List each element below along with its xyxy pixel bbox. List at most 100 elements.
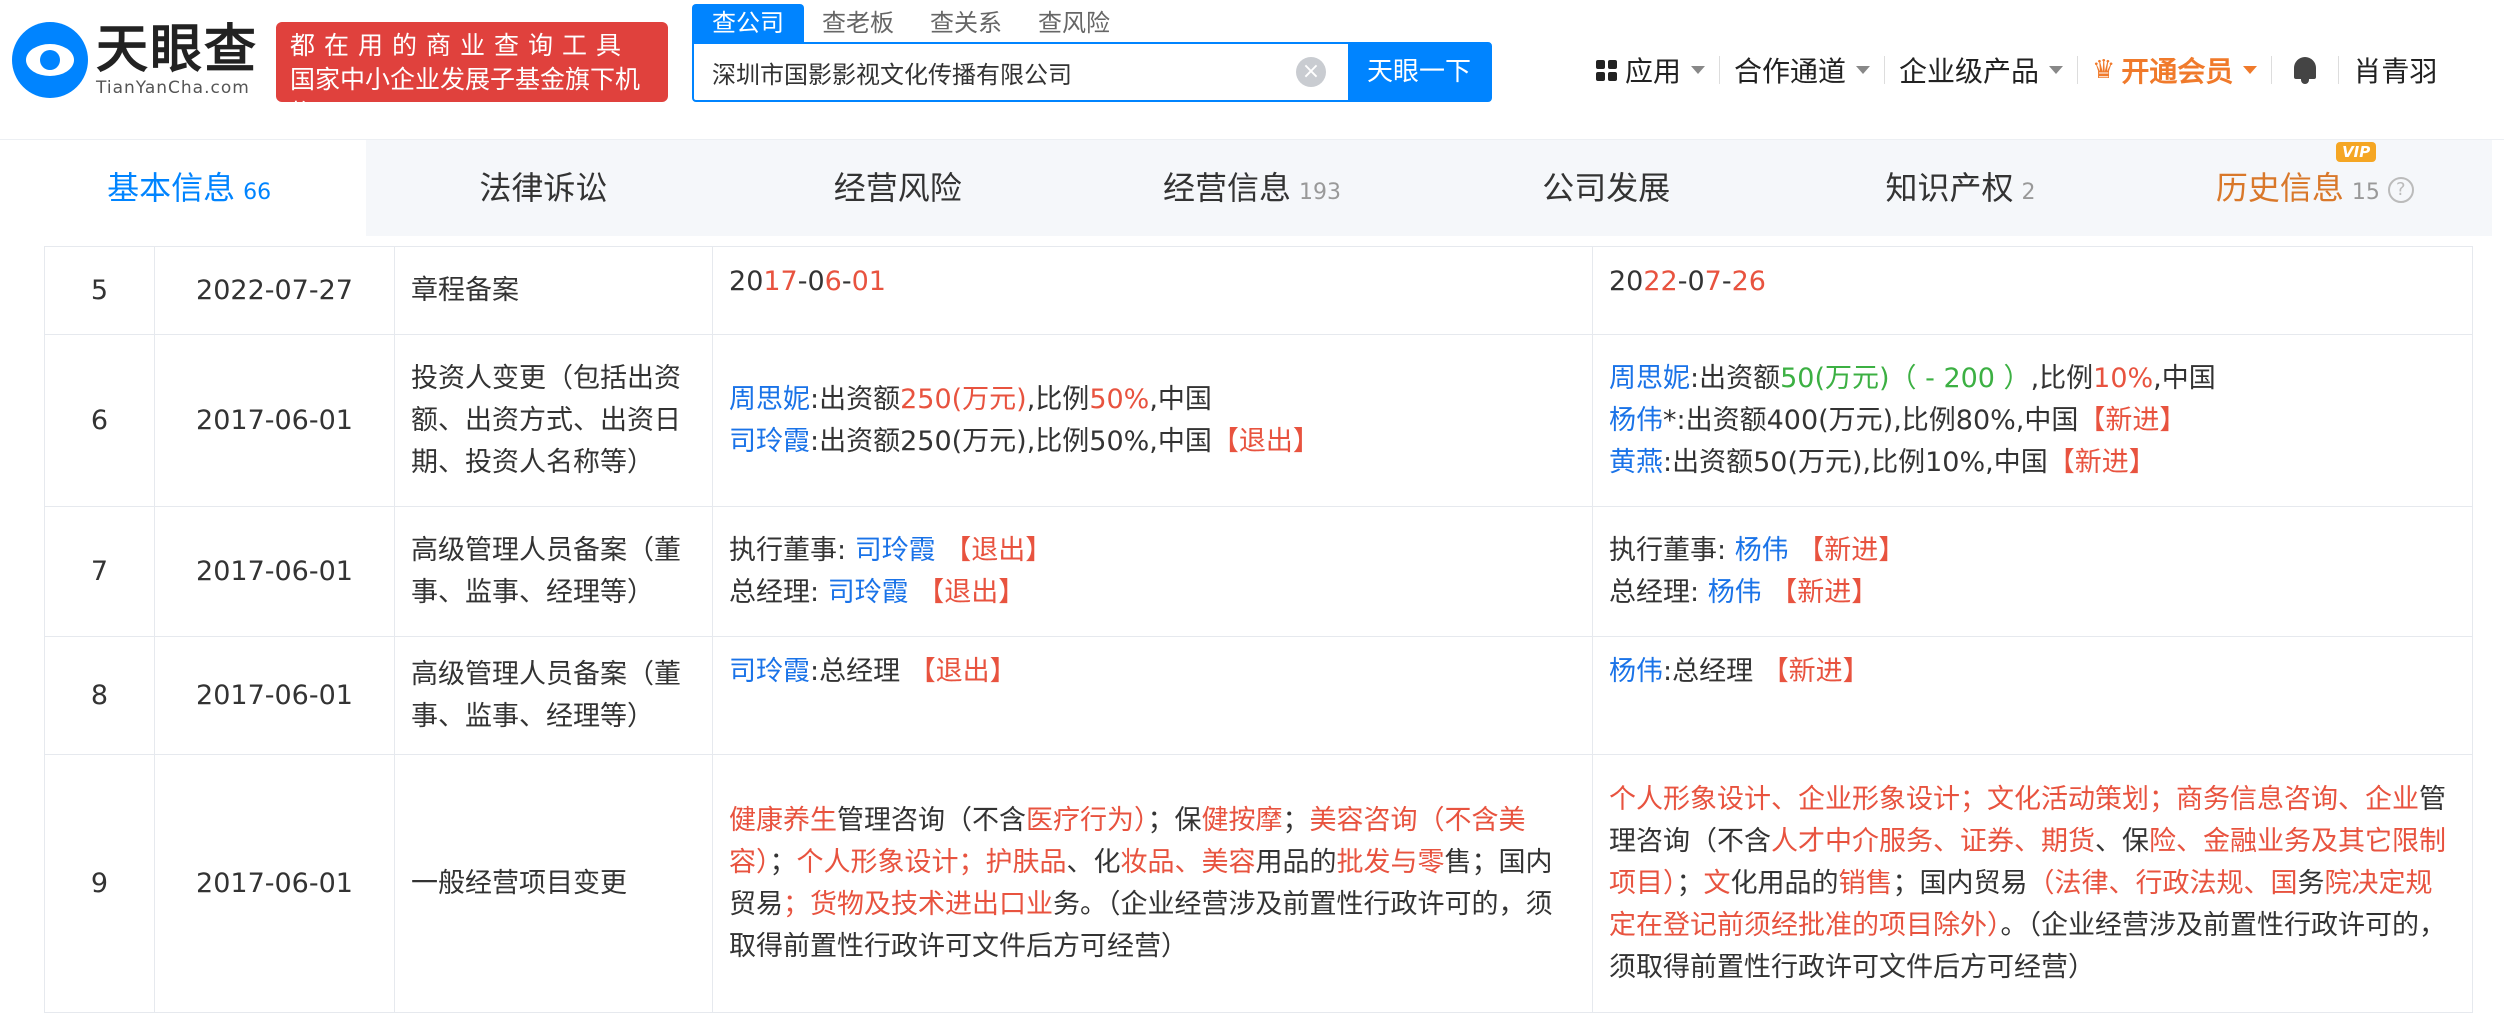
nav-vip[interactable]: ♛ 开通会员 — [2078, 50, 2271, 90]
nav-cooperation-label: 合作通道 — [1734, 55, 1847, 88]
change-highlight: 个人形象设计、企业形象设计；文化活动策划；商务信息咨询、企业 — [1609, 783, 2419, 815]
tab-company[interactable]: 查公司 — [692, 4, 804, 42]
person-link[interactable]: 周思妮 — [729, 384, 810, 415]
table-row: 5 2022-07-27 章程备案 2017-06-01 2022-07-26 — [44, 246, 2473, 335]
search-input[interactable] — [694, 44, 1296, 100]
detail-text: 化用品的 — [1730, 867, 1839, 899]
change-highlight: 【新进】 — [1761, 656, 1870, 687]
change-highlight: 批发与零 — [1336, 846, 1445, 878]
chevron-down-icon — [2243, 66, 2258, 74]
detail-line: 个人形象设计、企业形象设计；文化活动策划；商务信息咨询、企业管理咨询（不含人才中… — [1609, 779, 2456, 989]
change-highlight: 26 — [1731, 266, 1766, 297]
tab-history[interactable]: VIP 历史信息 15? — [2138, 140, 2492, 236]
chevron-down-icon — [1856, 66, 1871, 74]
search-type-tabs: 查公司 查老板 查关系 查风险 — [692, 4, 1128, 42]
nav-user[interactable]: 肖青羽 — [2339, 50, 2451, 90]
change-highlight: 销售 — [1838, 867, 1893, 899]
promo-line-2: 国家中小企业发展子基金旗下机构 — [290, 65, 641, 128]
change-date: 2017-06-01 — [154, 636, 395, 755]
tab-basic-info[interactable]: 基本信息 66 — [12, 140, 367, 236]
detail-line: 2022-07-26 — [1609, 261, 2456, 303]
detail-line: 黄燕:出资额50(万元),比例10%,中国【新进】 — [1609, 442, 2456, 484]
change-item: 投资人变更（包括出资额、出资方式、出资日期、投资人名称等） — [394, 334, 713, 507]
nav-apps-label: 应用 — [1625, 55, 1682, 88]
detail-text: :总经理 — [810, 656, 909, 687]
chevron-down-icon — [2049, 66, 2064, 74]
person-link[interactable]: 杨伟 — [1609, 656, 1663, 687]
tab-boss[interactable]: 查老板 — [804, 4, 912, 42]
tab-label: 基本信息 — [107, 169, 236, 207]
detail-line: 司玲霞:总经理 【退出】 — [729, 651, 1576, 693]
detail-text: 用品的 — [1255, 846, 1337, 878]
detail-text: ；保 — [1147, 804, 1202, 836]
detail-text: 总经理: — [1609, 576, 1708, 608]
detail-text: 20 — [1609, 266, 1644, 297]
person-link[interactable]: 司玲霞 — [855, 535, 936, 566]
person-link[interactable]: 杨伟 — [1735, 535, 1789, 566]
tab-label: 经营风险 — [833, 169, 962, 207]
nav-enterprise-label: 企业级产品 — [1899, 55, 2040, 88]
detail-text: 、保 — [2095, 825, 2149, 857]
person-link[interactable]: 黄燕 — [1609, 447, 1663, 478]
table-row: 7 2017-06-01 高级管理人员备案（董事、监事、经理等） 执行董事: 司… — [44, 506, 2473, 637]
detail-text: ,比例 — [2030, 362, 2094, 394]
nav-vip-label: 开通会员 — [2121, 55, 2234, 88]
detail-text: *:出资额400(万元),比例80%,中国 — [1663, 404, 2079, 436]
tab-relation[interactable]: 查关系 — [912, 4, 1020, 42]
change-highlight: 50% — [1089, 383, 1150, 415]
row-number: 9 — [44, 754, 155, 1013]
detail-text: 、化 — [1066, 846, 1121, 878]
detail-text: 执行董事: — [729, 534, 855, 566]
change-highlight: 【新进】 — [2078, 404, 2187, 436]
before-change: 司玲霞:总经理 【退出】 — [712, 636, 1593, 755]
person-link[interactable]: 司玲霞 — [729, 426, 810, 457]
tab-count: 193 — [1298, 180, 1341, 205]
vip-badge: VIP — [2336, 142, 2377, 162]
tab-label: 法律诉讼 — [479, 169, 608, 207]
person-link[interactable]: 周思妮 — [1609, 363, 1690, 394]
tab-count: 15 — [2351, 180, 2380, 205]
detail-line: 执行董事: 司玲霞 【退出】 — [729, 530, 1576, 572]
tab-development[interactable]: 公司发展 — [1429, 140, 1783, 236]
detail-text: :出资额 — [1690, 362, 1781, 394]
logo-title: 天眼查 — [96, 20, 259, 80]
nav-apps[interactable]: 应用 — [1582, 50, 1719, 90]
tab-ip[interactable]: 知识产权 2 — [1783, 140, 2137, 236]
detail-text: ； — [1282, 804, 1310, 836]
detail-line: 总经理: 司玲霞 【退出】 — [729, 572, 1576, 614]
detail-text: :出资额 — [810, 383, 901, 415]
promo-banner[interactable]: 都在用的商业查询工具 国家中小企业发展子基金旗下机构 — [276, 22, 668, 128]
change-records-table: 5 2022-07-27 章程备案 2017-06-01 2022-07-26 … — [44, 246, 2473, 1013]
tab-risk[interactable]: 查风险 — [1020, 4, 1128, 42]
tab-operation-risk[interactable]: 经营风险 — [721, 140, 1075, 236]
after-change: 个人形象设计、企业形象设计；文化活动策划；商务信息咨询、企业管理咨询（不含人才中… — [1592, 754, 2473, 1013]
help-icon[interactable]: ? — [2387, 177, 2414, 203]
detail-text: ,比例 — [1026, 383, 1090, 415]
detail-text: 0 — [807, 266, 825, 297]
person-link[interactable]: 司玲霞 — [729, 656, 810, 687]
change-highlight: 文 — [1703, 867, 1731, 899]
person-link[interactable]: 司玲霞 — [828, 577, 909, 608]
detail-text: 管理咨询（不含 — [837, 804, 1026, 836]
person-link[interactable]: 杨伟 — [1708, 577, 1762, 608]
tab-legal[interactable]: 法律诉讼 — [366, 140, 720, 236]
table-row: 9 2017-06-01 一般经营项目变更 健康养生管理咨询（不含医疗行为）；保… — [44, 754, 2473, 1013]
nav-cooperation[interactable]: 合作通道 — [1720, 50, 1884, 90]
tianyancha-logo[interactable]: 天眼查 TianYanCha.com — [12, 22, 258, 98]
tab-label: 公司发展 — [1542, 169, 1671, 207]
change-highlight: 人才中介服务、证券、期货 — [1771, 825, 2095, 857]
detail-text: ,中国 — [2153, 362, 2216, 394]
person-link[interactable]: 杨伟 — [1609, 405, 1663, 436]
detail-text: 执行董事: — [1609, 534, 1735, 566]
change-date: 2017-06-01 — [154, 754, 395, 1013]
after-change: 周思妮:出资额50(万元)（ - 200 ）,比例10%,中国 杨伟*:出资额40… — [1592, 334, 2473, 507]
nav-notifications[interactable] — [2272, 55, 2338, 85]
row-number: 8 — [44, 636, 155, 755]
nav-enterprise[interactable]: 企业级产品 — [1885, 50, 2077, 90]
search-button[interactable]: 天眼一下 — [1348, 44, 1490, 100]
detail-line: 杨伟:总经理 【新进】 — [1609, 651, 2456, 693]
tab-operation-info[interactable]: 经营信息 193 — [1075, 140, 1429, 236]
detail-line: 杨伟*:出资额400(万元),比例80%,中国【新进】 — [1609, 400, 2456, 442]
clear-icon[interactable]: × — [1296, 57, 1326, 87]
change-item: 一般经营项目变更 — [394, 754, 713, 1013]
